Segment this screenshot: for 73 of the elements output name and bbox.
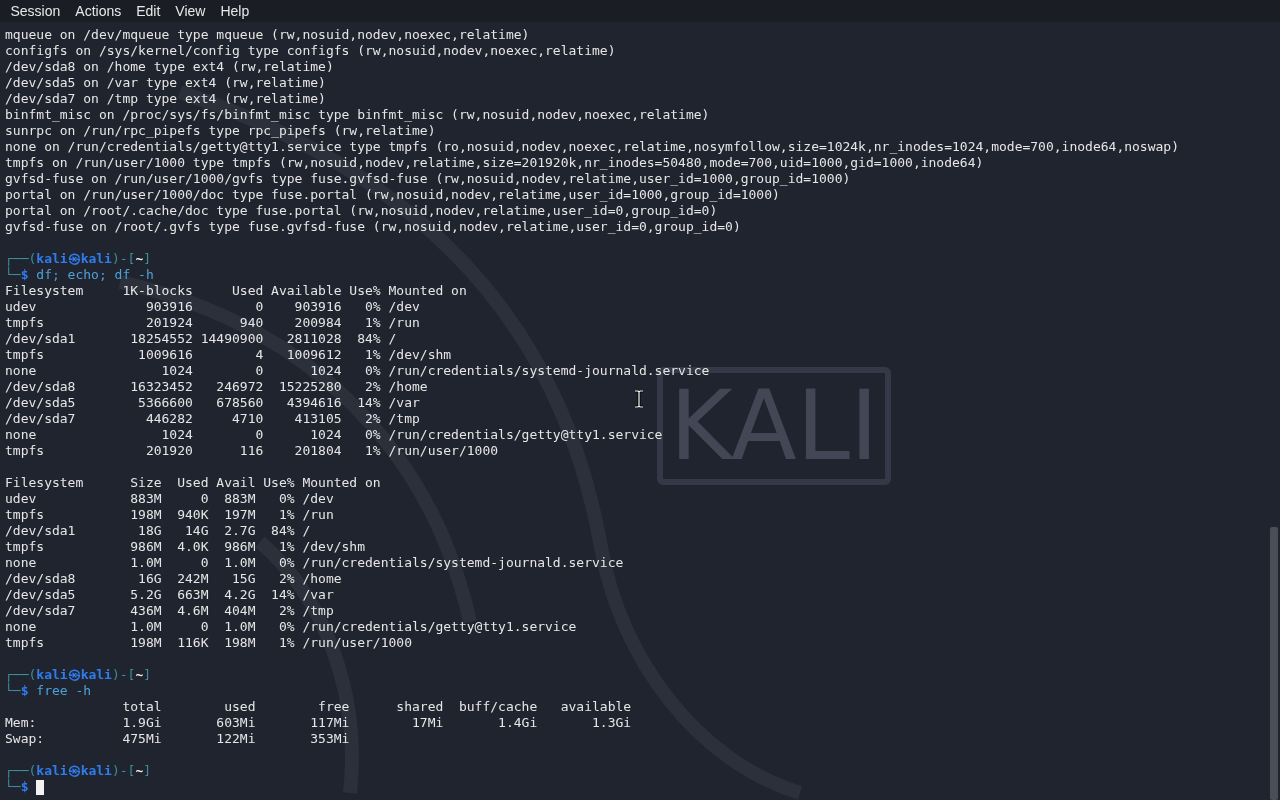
terminal-line: none 1.0M 0 1.0M 0% /run/credentials/getty@tty1.service [5,619,577,635]
terminal-line: portal on /run/user/1000/doc type fuse.portal (rw,nosuid,nodev,relatime,user_id=1000,group_id=1000) [5,187,780,203]
terminal-line: Swap: 475Mi 122Mi 353Mi [5,731,350,747]
prompt-at-sign: ㉿ [67,251,81,267]
terminal-line: sunrpc on /run/rpc_pipefs type rpc_pipefs (rw,relatime) [5,123,436,139]
terminal-line: /dev/sda7 446282 4710 413105 2% /tmp [5,411,420,427]
menu-item[interactable]: Edit [128,0,168,22]
command-text: df; echo; df -h [36,267,154,283]
terminal-line: total used free shared buff/cache available [121,699,632,715]
terminal-line: configfs on /sys/kernel/config type configfs (rw,nosuid,nodev,noexec,relatime) [5,43,616,59]
terminal-line: binfmt_misc on /proc/sys/fs/binfmt_misc type binfmt_misc (rw,nosuid,nodev,noexec,relatime) [5,107,710,123]
terminal-line: /dev/sda1 18G 14G 2.7G 84% / [5,523,311,539]
prompt-user: kali [36,251,68,267]
terminal-line: /dev/sda5 5.2G 663M 4.2G 14% /var [5,587,334,603]
menu-item[interactable]: View [167,0,213,22]
terminal-line: Filesystem Size Used Avail Use% Mounted on [5,475,381,491]
terminal-line: Filesystem 1K-blocks Used Available Use% Mounted on [5,283,467,299]
prompt-host: kali [80,251,112,267]
terminal-line: /dev/sda8 on /home type ext4 (rw,relatime) [5,59,334,75]
prompt-sign: $ [20,267,29,283]
terminal-line: tmpfs 201924 940 200984 1% /run [5,315,420,331]
terminal-line: /dev/sda7 436M 4.6M 404M 2% /tmp [5,603,334,619]
terminal-line: /dev/sda1 18254552 14490900 2811028 84% / [5,331,397,347]
menu-item[interactable]: Actions [67,0,129,22]
terminal-line: udev 903916 0 903916 0% /dev [5,299,420,315]
terminal-line: none 1024 0 1024 0% /run/credentials/systemd-journald.service [5,363,710,379]
prompt-at-sign: ㉿ [67,763,81,779]
terminal-line: /dev/sda5 on /var type ext4 (rw,relatime) [5,75,326,91]
prompt-sign: $ [20,779,29,795]
prompt-frame: └─ [5,779,21,795]
terminal-line: Mem: 1.9Gi 603Mi 117Mi 17Mi 1.4Gi 1.3Gi [5,715,632,731]
terminal-line: tmpfs 198M 940K 197M 1% /run [5,507,334,523]
prompt-frame: ] [143,763,152,779]
prompt-at-sign: ㉿ [67,667,81,683]
prompt-frame: ┌──( [5,251,37,267]
prompt-frame: └─ [5,683,21,699]
ibeam-pointer-icon [634,390,644,408]
prompt-frame: ] [143,667,152,683]
prompt-frame: └─ [5,267,21,283]
terminal-line: gvfsd-fuse on /root/.gvfs type fuse.gvfsd-fuse (rw,nosuid,nodev,relatime,user_id=0,group_id=0) [5,219,741,235]
terminal-line: tmpfs 198M 116K 198M 1% /run/user/1000 [5,635,412,651]
terminal-line: gvfsd-fuse on /run/user/1000/gvfs type fuse.gvfsd-fuse (rw,nosuid,nodev,relatime,user_id=1000,group_id=1000) [5,171,851,187]
prompt-frame: ] [143,251,152,267]
terminal-line: /dev/sda8 16323452 246972 15225280 2% /home [5,379,428,395]
terminal-line: /dev/sda5 5366600 678560 4394616 14% /var [5,395,420,411]
terminal-line: /dev/sda8 16G 242M 15G 2% /home [5,571,342,587]
terminal-line: tmpfs 986M 4.0K 986M 1% /dev/shm [5,539,366,555]
terminal-line: tmpfs 1009616 4 1009612 1% /dev/shm [5,347,452,363]
prompt-frame: ┌──( [5,667,37,683]
prompt-frame: )-[ [111,763,136,779]
terminal-line: none 1.0M 0 1.0M 0% /run/credentials/systemd-journald.service [5,555,624,571]
command-text: free -h [36,683,92,699]
terminal-line: udev 883M 0 883M 0% /dev [5,491,334,507]
prompt-frame: )-[ [111,251,136,267]
terminal-line: tmpfs on /run/user/1000 type tmpfs (rw,nosuid,nodev,relatime,size=201920k,nr_inodes=50480,mode=700,uid=1000,gid=1000,inode64) [5,155,984,171]
menu-item[interactable]: Session [3,0,68,22]
terminal-line: portal on /root/.cache/doc type fuse.portal (rw,nosuid,nodev,relatime,user_id=0,group_id=0) [5,203,718,219]
terminal-line: none on /run/credentials/getty@tty1.service type tmpfs (ro,nosuid,nodev,noexec,relatime,nosymfollow,size=1024k,nr_inodes=1024,mode=700,inode64,noswap) [5,139,1179,155]
prompt-frame: )-[ [111,667,136,683]
prompt-user: kali [36,667,68,683]
prompt-sign: $ [20,683,29,699]
prompt-directory: ~ [135,251,144,267]
terminal-line: tmpfs 201920 116 201804 1% /run/user/1000 [5,443,499,459]
prompt-host: kali [80,667,112,683]
terminal-line: /dev/sda7 on /tmp type ext4 (rw,relatime) [5,91,326,107]
terminal-line: none 1024 0 1024 0% /run/credentials/getty@tty1.service [5,427,663,443]
prompt-directory: ~ [135,763,144,779]
prompt-user: kali [36,763,68,779]
menu-item[interactable]: Help [212,0,257,22]
prompt-directory: ~ [135,667,144,683]
terminal-line: mqueue on /dev/mqueue type mqueue (rw,nosuid,nodev,noexec,relatime) [5,27,530,43]
prompt-host: kali [80,763,112,779]
prompt-frame: ┌──( [5,763,37,779]
